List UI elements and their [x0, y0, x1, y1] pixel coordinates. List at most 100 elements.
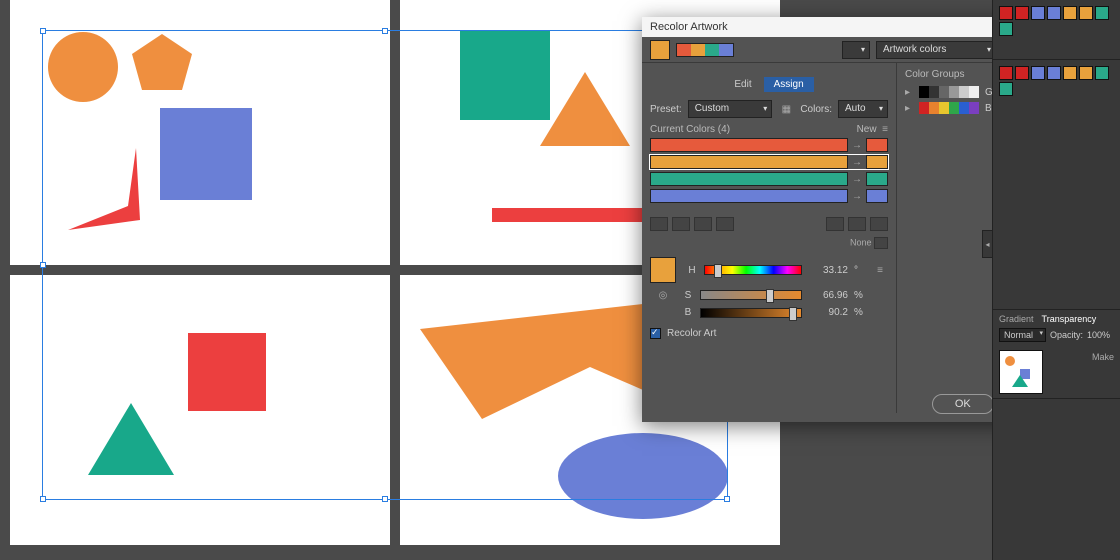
shape-pentagon[interactable] — [132, 34, 192, 90]
opacity-value[interactable]: 100% — [1087, 330, 1110, 340]
shape-circle[interactable] — [48, 32, 118, 102]
dialog-title: Recolor Artwork — [650, 21, 728, 33]
swatch[interactable] — [1079, 6, 1093, 20]
mapping-to-swatch[interactable] — [866, 138, 888, 152]
new-row-icon[interactable] — [716, 217, 734, 231]
mapping-from-swatch[interactable] — [650, 172, 848, 186]
shape-triangle[interactable] — [540, 72, 630, 146]
artboard-3[interactable] — [10, 275, 390, 545]
mapping-to-swatch[interactable] — [866, 155, 888, 169]
swatch[interactable] — [1047, 66, 1061, 80]
shape-ellipse[interactable] — [558, 433, 728, 519]
bri-value[interactable]: 90.2 — [808, 307, 848, 318]
random-order-icon[interactable] — [848, 217, 866, 231]
sat-label: S — [682, 290, 694, 301]
arrow-icon: → — [852, 140, 862, 151]
right-dock: Gradient Transparency Normal Opacity: 10… — [992, 0, 1120, 560]
active-harmony-strip[interactable] — [676, 43, 734, 57]
swatch[interactable] — [1015, 66, 1029, 80]
hsb-preview-swatch[interactable] — [650, 257, 676, 283]
swatch[interactable] — [1095, 66, 1109, 80]
color-mapping-row[interactable]: → — [650, 155, 888, 169]
sat-unit: % — [854, 290, 866, 301]
shape-square[interactable] — [188, 333, 266, 411]
mapping-to-swatch[interactable] — [866, 172, 888, 186]
swatch[interactable] — [999, 66, 1013, 80]
swatch[interactable] — [1063, 66, 1077, 80]
new-label: New — [857, 124, 877, 135]
swatches-panel[interactable] — [993, 60, 1120, 310]
random-sat-icon[interactable] — [870, 217, 888, 231]
hue-label: H — [686, 265, 698, 276]
swatch[interactable] — [1047, 6, 1061, 20]
arrow-icon: → — [852, 191, 862, 202]
panel-collapse-tab[interactable]: ◂ — [982, 230, 992, 258]
tab-assign[interactable]: Assign — [764, 77, 814, 92]
swatch[interactable] — [999, 82, 1013, 96]
active-color-swatch[interactable] — [650, 40, 670, 60]
separate-icon[interactable] — [672, 217, 690, 231]
chevron-right-icon: ▸ — [905, 103, 913, 114]
recolor-art-label: Recolor Art — [667, 328, 716, 339]
find-colors-icon[interactable] — [826, 217, 844, 231]
arrow-icon: → — [852, 157, 862, 168]
color-mapping-row[interactable]: → — [650, 189, 888, 203]
artboard-1[interactable] — [10, 0, 390, 265]
none-label: None — [850, 237, 872, 247]
exclude-icon[interactable] — [694, 217, 712, 231]
recolor-art-checkbox[interactable] — [650, 328, 661, 339]
color-mode-icon[interactable]: ◎ — [650, 287, 676, 303]
ok-button[interactable]: OK — [932, 394, 994, 414]
hue-slider[interactable] — [704, 265, 802, 275]
bri-slider[interactable] — [700, 308, 802, 318]
opacity-label: Opacity: — [1050, 330, 1083, 340]
mapping-from-swatch[interactable] — [650, 138, 848, 152]
colors-label: Colors: — [800, 104, 832, 115]
shape-flag[interactable] — [68, 148, 158, 230]
swatch[interactable] — [1063, 6, 1077, 20]
none-swatch[interactable] — [874, 237, 888, 249]
blend-mode-dropdown[interactable]: Normal — [999, 328, 1046, 342]
transparency-thumbnail[interactable] — [999, 350, 1043, 394]
shape-square[interactable] — [160, 108, 252, 200]
mapping-options-icon[interactable]: ≡ — [882, 124, 888, 135]
slider-mode-icon[interactable]: ≡ — [872, 262, 888, 278]
swatch[interactable] — [1015, 6, 1029, 20]
color-group-dropdown[interactable] — [842, 41, 870, 59]
bri-label: B — [682, 307, 694, 318]
tab-gradient[interactable]: Gradient — [999, 314, 1034, 324]
color-mapping-row[interactable]: → — [650, 138, 888, 152]
swatch[interactable] — [999, 22, 1013, 36]
merge-icon[interactable] — [650, 217, 668, 231]
swatch[interactable] — [1079, 66, 1093, 80]
bri-unit: % — [854, 307, 866, 318]
swatch[interactable] — [1095, 6, 1109, 20]
arrow-icon: → — [852, 174, 862, 185]
artwork-colors-dropdown[interactable]: Artwork colors — [876, 41, 996, 59]
chevron-right-icon: ▸ — [905, 87, 913, 98]
color-group-strip[interactable] — [919, 86, 979, 98]
sat-value[interactable]: 66.96 — [808, 290, 848, 301]
make-mask-button[interactable]: Make — [1092, 352, 1114, 362]
colors-dropdown[interactable]: Auto — [838, 100, 888, 118]
hue-value[interactable]: 33.12 — [808, 265, 848, 276]
sat-slider[interactable] — [700, 290, 802, 300]
mapping-from-swatch[interactable] — [650, 189, 848, 203]
color-mapping-row[interactable]: → — [650, 172, 888, 186]
color-group-strip[interactable] — [919, 102, 979, 114]
tab-transparency[interactable]: Transparency — [1042, 314, 1097, 324]
swatch[interactable] — [999, 6, 1013, 20]
dialog-left-pane: Edit Assign Preset: Custom ▦ Colors: Aut… — [642, 63, 897, 413]
shape-square[interactable] — [460, 30, 550, 120]
mapping-from-swatch[interactable] — [650, 155, 848, 169]
mapping-to-swatch[interactable] — [866, 189, 888, 203]
swatch[interactable] — [1031, 6, 1045, 20]
transparency-panel[interactable]: Gradient Transparency Normal Opacity: 10… — [993, 310, 1120, 399]
swatch[interactable] — [1031, 66, 1045, 80]
shape-triangle[interactable] — [88, 403, 174, 475]
preset-options-icon[interactable]: ▦ — [778, 101, 794, 117]
preset-dropdown[interactable]: Custom — [688, 100, 773, 118]
current-colors-label: Current Colors (4) — [650, 124, 730, 135]
tab-edit[interactable]: Edit — [724, 77, 761, 92]
color-panel[interactable] — [993, 0, 1120, 60]
